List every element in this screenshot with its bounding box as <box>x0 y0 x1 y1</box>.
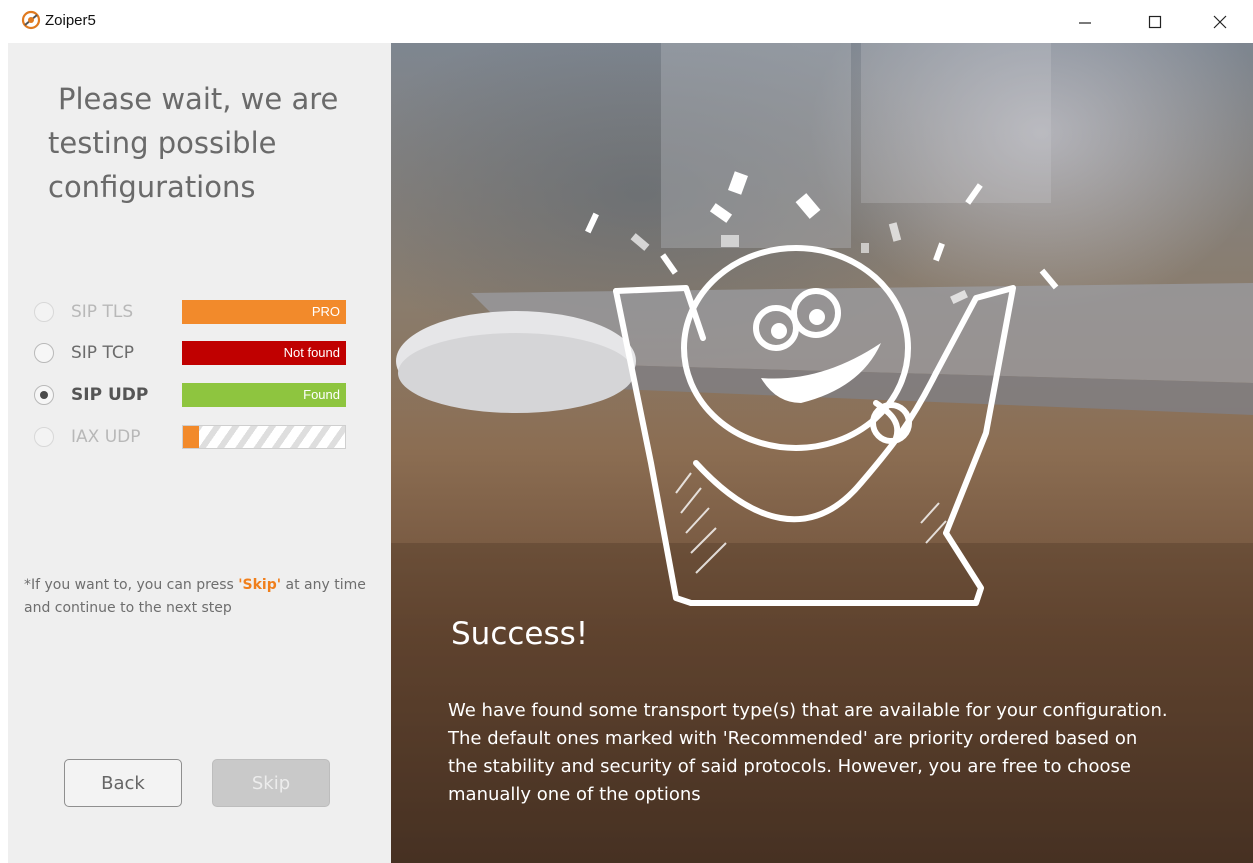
skip-note: *If you want to, you can press 'Skip' at… <box>24 574 374 620</box>
back-button[interactable]: Back <box>64 759 182 807</box>
radio-sip-tls <box>34 302 54 322</box>
radio-sip-udp[interactable] <box>34 385 54 405</box>
success-panel: Success! We have found some transport ty… <box>391 43 1253 863</box>
title-bar: Zoiper5 <box>0 0 1253 43</box>
heading-line-3: configurations <box>48 170 256 204</box>
option-iax-udp: IAX UDP <box>34 423 354 453</box>
option-sip-tcp[interactable]: SIP TCP Not found <box>34 339 354 369</box>
progress-bar-iax-udp <box>182 425 346 449</box>
success-paragraph-1: We have found some transport type(s) tha… <box>448 700 1168 721</box>
success-title: Success! <box>451 616 589 652</box>
window-title: Zoiper5 <box>45 12 96 29</box>
radio-iax-udp <box>34 427 54 447</box>
skip-button[interactable]: Skip <box>212 759 330 807</box>
close-button[interactable] <box>1195 0 1245 43</box>
option-label-sip-tls: SIP TLS <box>71 302 134 322</box>
option-label-iax-udp: IAX UDP <box>71 427 141 447</box>
heading-line-1: Please wait, we are <box>58 82 339 116</box>
close-icon <box>1213 15 1227 28</box>
minimize-icon <box>1079 21 1091 24</box>
left-panel: Please wait, we are testing possible con… <box>8 43 391 863</box>
maximize-icon <box>1148 15 1162 28</box>
status-heading: Please wait, we are testing possible con… <box>48 77 348 209</box>
status-badge-sip-udp: Found <box>182 383 346 407</box>
heading-line-2: testing possible <box>48 126 277 160</box>
progress-fill <box>183 426 200 448</box>
minimize-button[interactable] <box>1060 0 1110 43</box>
maximize-button[interactable] <box>1130 0 1180 43</box>
option-label-sip-tcp: SIP TCP <box>71 343 134 363</box>
option-label-sip-udp: SIP UDP <box>71 385 149 405</box>
option-sip-udp[interactable]: SIP UDP Found <box>34 381 354 411</box>
zoiper-logo-icon <box>21 10 41 30</box>
radio-sip-tcp[interactable] <box>34 343 54 363</box>
skip-note-text-before: *If you want to, you can press <box>24 577 239 593</box>
skip-note-highlight: 'Skip' <box>238 577 282 593</box>
success-message: We have found some transport type(s) tha… <box>448 697 1168 809</box>
option-sip-tls: SIP TLS PRO <box>34 298 354 328</box>
status-badge-sip-tls: PRO <box>182 300 346 324</box>
status-badge-sip-tcp: Not found <box>182 341 346 365</box>
success-paragraph-2: The default ones marked with 'Recommende… <box>448 728 1138 805</box>
